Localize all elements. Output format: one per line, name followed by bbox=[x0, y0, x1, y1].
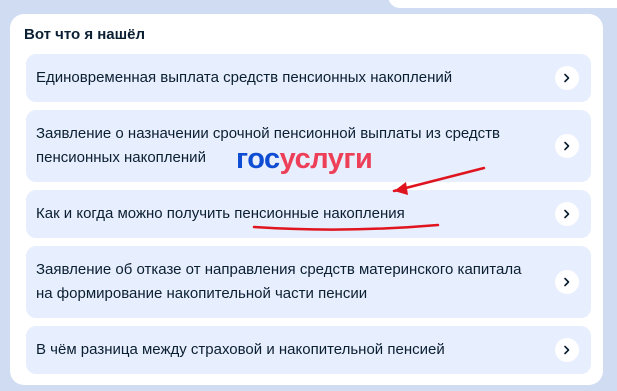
result-item-label-highlight: пенсионные накопления bbox=[234, 205, 405, 222]
chevron-right-icon bbox=[555, 66, 579, 90]
result-item-label: В чём разница между страховой и накопите… bbox=[36, 341, 445, 358]
gosuslugi-logo: госуслуги bbox=[236, 143, 373, 175]
logo-part-gos: гос bbox=[236, 143, 280, 175]
result-item-how-when-receive[interactable]: Как и когда можно получить пенсионные на… bbox=[26, 190, 591, 238]
result-item-lump-sum-payment[interactable]: Единовременная выплата средств пенсионны… bbox=[26, 54, 591, 102]
chevron-right-icon bbox=[555, 270, 579, 294]
result-item-label: Единовременная выплата средств пенсионны… bbox=[36, 69, 453, 86]
chevron-right-icon bbox=[555, 338, 579, 362]
panel-title: Вот что я нашёл bbox=[24, 26, 146, 43]
top-strip bbox=[388, 0, 617, 8]
logo-part-uslugi: услуги bbox=[279, 143, 373, 175]
result-item-label-prefix: Как и когда можно получить bbox=[36, 205, 235, 222]
result-item-label: Как и когда можно получить пенсионные на… bbox=[36, 202, 405, 226]
chevron-right-icon bbox=[555, 134, 579, 158]
result-item-label: Заявление об отказе от направления средс… bbox=[36, 261, 522, 302]
result-item-maternity-capital-refusal[interactable]: Заявление об отказе от направления средс… bbox=[26, 246, 591, 318]
result-item-insurance-vs-funded[interactable]: В чём разница между страховой и накопите… bbox=[26, 326, 591, 374]
results-panel: Вот что я нашёл Единовременная выплата с… bbox=[10, 14, 603, 385]
chevron-right-icon bbox=[555, 202, 579, 226]
